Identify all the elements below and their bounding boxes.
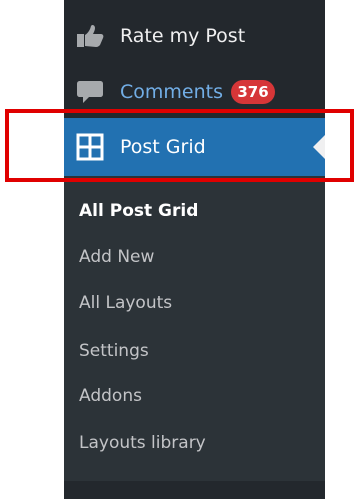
submenu-item-add-new[interactable]: Add New [79,247,154,267]
highlight-outline [5,109,354,182]
submenu-item-addons[interactable]: Addons [79,386,142,406]
admin-sidebar-menu: Rate my Post Comments 376 Post Grid All … [64,0,325,499]
menu-item-label: Rate my Post [120,25,246,47]
submenu-item-layouts-library[interactable]: Layouts library [79,433,206,453]
menu-item-label: Comments [120,81,223,103]
thumbs-up-icon [73,22,107,50]
menu-item-rate-my-post[interactable]: Rate my Post [64,8,325,64]
speech-bubble-icon [73,78,107,106]
submenu-item-all-layouts[interactable]: All Layouts [79,293,172,313]
post-grid-submenu: All Post Grid Add New All Layouts Settin… [64,176,325,481]
submenu-item-all-post-grid[interactable]: All Post Grid [79,201,198,221]
screenshot-canvas: Rate my Post Comments 376 Post Grid All … [0,0,359,499]
submenu-item-settings[interactable]: Settings [79,341,149,361]
comment-count-badge: 376 [231,80,275,104]
